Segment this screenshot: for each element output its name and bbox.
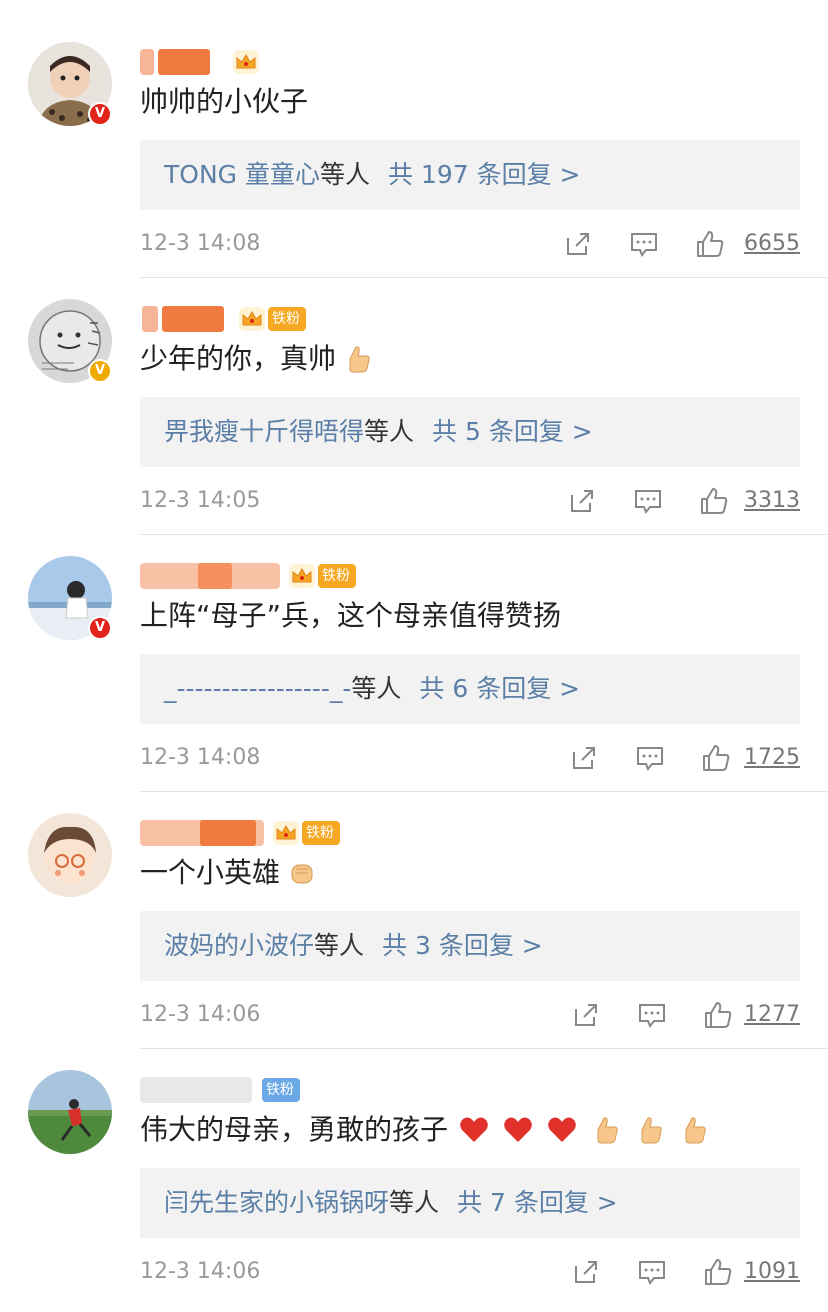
- share-icon[interactable]: [570, 999, 602, 1031]
- reply-summary[interactable]: _-----------------_-等人共 6 条回复 >: [140, 654, 800, 724]
- reply-summary[interactable]: 闫先生家的小锅锅呀等人共 7 条回复 >: [140, 1168, 800, 1238]
- reply-summary[interactable]: 波妈的小波仔等人共 3 条回复 >: [140, 911, 800, 981]
- reply-others-label: 等人: [364, 417, 415, 446]
- comment-item: 铁粉 一个小英雄 波妈的小波仔等人共 3 条回复 > 12-3 14:06 12…: [0, 771, 828, 1049]
- share-icon[interactable]: [566, 485, 598, 517]
- comment-item: V 铁粉 上阵“母子”兵，这个母亲值得赞扬 _-----------------…: [0, 514, 828, 792]
- comment-text: 帅帅的小伙子: [140, 85, 309, 118]
- reply-count-link[interactable]: 共 197 条回复 >: [388, 160, 581, 189]
- thumbs-up-emoji-icon: [685, 1117, 706, 1144]
- heart-emoji-icon: [460, 1117, 488, 1142]
- fist-emoji-icon: [291, 864, 313, 884]
- comment-text: 少年的你，真帅: [140, 339, 374, 379]
- comment-item: 铁粉 伟大的母亲，勇敢的孩子 闫先生家的小锅锅呀等人共 7 条回复 > 12-3…: [0, 1028, 828, 1285]
- heart-emoji-icon: [504, 1117, 532, 1142]
- share-icon[interactable]: [570, 1256, 602, 1288]
- comment-text: 伟大的母亲，勇敢的孩子: [140, 1110, 710, 1150]
- fan-badge: 铁粉: [268, 307, 306, 331]
- fan-badge: 铁粉: [318, 564, 356, 588]
- comment-item: V 帅帅的小伙子 TONG 童童心等人共 197 条回复 > 12-3 14:0…: [0, 0, 828, 278]
- reply-others-label: 等人: [314, 931, 365, 960]
- verified-badge-icon: V: [88, 102, 112, 126]
- thumbs-up-emoji-icon: [597, 1117, 618, 1144]
- avatar[interactable]: [28, 1070, 112, 1154]
- reply-others-label: 等人: [319, 160, 370, 189]
- thumbs-up-emoji-icon: [349, 346, 370, 373]
- like-count[interactable]: 1091: [744, 1254, 800, 1290]
- reply-users[interactable]: 闫先生家的小锅锅呀: [164, 1188, 389, 1217]
- verified-badge-icon: V: [88, 616, 112, 640]
- username[interactable]: [140, 306, 230, 332]
- share-icon[interactable]: [562, 228, 594, 260]
- heart-emoji-icon: [548, 1117, 576, 1142]
- fan-badge: 铁粉: [262, 1078, 300, 1102]
- crown-icon: [239, 307, 265, 331]
- avatar[interactable]: V: [28, 42, 112, 126]
- reply-users[interactable]: _-----------------_-: [164, 674, 351, 703]
- comment-item: V 铁粉 少年的你，真帅 畀我瘦十斤得唔得等人共 5 条回复 > 12-3 14…: [0, 257, 828, 535]
- avatar[interactable]: V: [28, 556, 112, 640]
- reply-count-link[interactable]: 共 6 条回复 >: [419, 674, 580, 703]
- comment-icon[interactable]: [634, 742, 666, 774]
- reply-count-link[interactable]: 共 3 条回复 >: [382, 931, 543, 960]
- comment-icon[interactable]: [636, 999, 668, 1031]
- crown-icon: [233, 50, 259, 74]
- like-icon[interactable]: [694, 228, 726, 260]
- reply-count-link[interactable]: 共 5 条回复 >: [432, 417, 593, 446]
- comment-icon[interactable]: [636, 1256, 668, 1288]
- reply-others-label: 等人: [389, 1188, 440, 1217]
- reply-summary[interactable]: TONG 童童心等人共 197 条回复 >: [140, 140, 800, 210]
- comment-icon[interactable]: [628, 228, 660, 260]
- reply-summary[interactable]: 畀我瘦十斤得唔得等人共 5 条回复 >: [140, 397, 800, 467]
- avatar[interactable]: V: [28, 299, 112, 383]
- crown-icon: [273, 821, 299, 845]
- like-icon[interactable]: [700, 742, 732, 774]
- thumbs-up-emoji-icon: [641, 1117, 662, 1144]
- avatar[interactable]: [28, 813, 112, 897]
- reply-users[interactable]: TONG 童童心: [164, 160, 320, 189]
- comment-icon[interactable]: [632, 485, 664, 517]
- like-icon[interactable]: [698, 485, 730, 517]
- fan-badge: 铁粉: [302, 821, 340, 845]
- username[interactable]: [140, 49, 224, 75]
- share-icon[interactable]: [568, 742, 600, 774]
- username[interactable]: [140, 820, 264, 846]
- crown-icon: [289, 564, 315, 588]
- reply-users[interactable]: 畀我瘦十斤得唔得: [164, 417, 364, 446]
- verified-badge-icon: V: [88, 359, 112, 383]
- like-icon[interactable]: [702, 1256, 734, 1288]
- reply-count-link[interactable]: 共 7 条回复 >: [457, 1188, 618, 1217]
- username[interactable]: [140, 1077, 252, 1103]
- comment-text: 一个小英雄: [140, 853, 318, 893]
- timestamp: 12-3 14:06: [140, 1259, 261, 1284]
- like-icon[interactable]: [702, 999, 734, 1031]
- comment-text: 上阵“母子”兵，这个母亲值得赞扬: [140, 599, 562, 632]
- reply-others-label: 等人: [351, 674, 402, 703]
- username[interactable]: [140, 563, 280, 589]
- reply-users[interactable]: 波妈的小波仔: [164, 931, 314, 960]
